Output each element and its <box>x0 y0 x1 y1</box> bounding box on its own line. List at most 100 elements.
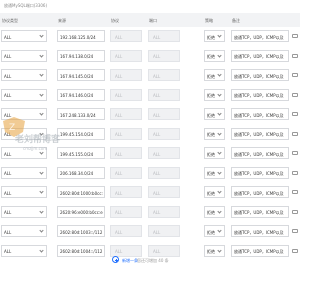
protocol-field: ALL <box>110 225 142 237</box>
remark-input[interactable]: 放通TCP，UDP，ICMP以及 <box>231 88 289 101</box>
chevron-down-icon <box>39 189 44 194</box>
type-select[interactable]: ALL <box>1 49 47 62</box>
protocol-field: ALL <box>110 88 142 101</box>
protocol-value: ALL <box>115 151 123 157</box>
type-select[interactable]: ALL <box>1 225 47 237</box>
port-field: ALL <box>148 88 180 101</box>
header-protocol: 协议 <box>111 18 119 23</box>
policy-select[interactable]: 拒绝 <box>204 69 225 81</box>
source-input[interactable]: 2602:80d:1003::/112 <box>57 225 105 237</box>
protocol-value: ALL <box>115 73 123 79</box>
delete-rule-icon[interactable] <box>292 73 298 77</box>
chevron-down-icon <box>39 91 44 97</box>
type-select[interactable]: ALL <box>1 69 47 81</box>
policy-select[interactable]: 拒绝 <box>204 244 225 257</box>
policy-select[interactable]: 拒绝 <box>204 88 225 101</box>
type-select[interactable]: ALL <box>1 244 47 257</box>
type-select[interactable]: ALL <box>1 88 47 101</box>
protocol-field: ALL <box>110 127 142 140</box>
delete-rule-icon[interactable] <box>292 248 298 253</box>
port-field: ALL <box>148 108 180 120</box>
policy-select[interactable]: 拒绝 <box>204 205 225 218</box>
policy-select[interactable]: 拒绝 <box>204 49 225 62</box>
chevron-down-icon <box>217 33 222 38</box>
type-value: ALL <box>4 93 12 98</box>
source-input[interactable]: 167.94.146.0/24 <box>57 88 105 101</box>
delete-rule-icon[interactable] <box>292 151 298 155</box>
header-port: 端口 <box>149 18 157 23</box>
remark-value: 放通TCP，UDP，ICMP以及 <box>234 93 284 98</box>
remark-input[interactable]: 放通TCP，UDP，ICMP以及 <box>231 166 289 179</box>
policy-select[interactable]: 拒绝 <box>204 30 225 42</box>
source-value: 2602:80d:1000:b0cc: <box>60 190 103 196</box>
delete-rule-icon[interactable] <box>292 229 298 233</box>
type-select[interactable]: ALL <box>1 166 47 179</box>
delete-rule-icon[interactable] <box>292 209 298 214</box>
delete-rule-icon[interactable] <box>292 190 298 194</box>
header-policy: 策略 <box>205 18 213 23</box>
policy-value: 拒绝 <box>207 151 215 157</box>
protocol-value: ALL <box>115 132 123 137</box>
policy-value: 拒绝 <box>207 93 215 98</box>
chevron-down-icon <box>217 111 222 116</box>
policy-select[interactable]: 拒绝 <box>204 186 225 198</box>
port-value: ALL <box>153 190 161 196</box>
source-input[interactable]: 192.168.125.0/24 <box>57 30 105 42</box>
source-value: 2602:80d:1003::/112 <box>60 229 103 235</box>
delete-rule-icon[interactable] <box>292 112 298 116</box>
chevron-down-icon <box>217 247 222 253</box>
remark-input[interactable]: 放通TCP，UDP，ICMP以及 <box>231 186 289 198</box>
port-field: ALL <box>148 205 180 218</box>
type-select[interactable]: ALL <box>1 30 47 42</box>
source-input[interactable]: 206.168.34.0/24 <box>57 166 105 179</box>
remark-value: 放通TCP，UDP，ICMP以及 <box>234 132 284 137</box>
policy-select[interactable]: 拒绝 <box>204 225 225 237</box>
policy-select[interactable]: 拒绝 <box>204 108 225 120</box>
remark-input[interactable]: 放通TCP，UDP，ICMP以及 <box>231 127 289 140</box>
protocol-value: ALL <box>115 190 123 196</box>
remark-input[interactable]: 放通TCP，UDP，ICMP以及 <box>231 225 289 237</box>
policy-value: 拒绝 <box>207 249 215 254</box>
remark-input[interactable]: 放通TCP，UDP，ICMP以及 <box>231 49 289 62</box>
source-value: 206.168.34.0/24 <box>60 171 94 176</box>
source-input[interactable]: 2620:96:e000:b0cc:e <box>57 205 105 218</box>
policy-value: 拒绝 <box>207 190 215 196</box>
type-select[interactable]: ALL <box>1 186 47 198</box>
type-value: ALL <box>4 210 12 215</box>
chevron-down-icon <box>39 247 44 253</box>
remark-value: 放通TCP，UDP，ICMP以及 <box>234 34 284 40</box>
source-input[interactable]: 167.94.145.0/24 <box>57 69 105 81</box>
remark-input[interactable]: 放通TCP，UDP，ICMP以及 <box>231 147 289 159</box>
policy-value: 拒绝 <box>207 229 215 235</box>
delete-rule-icon[interactable] <box>292 92 298 97</box>
remark-input[interactable]: 放通TCP，UDP，ICMP以及 <box>231 244 289 257</box>
protocol-value: ALL <box>115 34 123 40</box>
delete-rule-icon[interactable] <box>292 53 298 58</box>
type-select[interactable]: ALL <box>1 205 47 218</box>
type-value: ALL <box>4 34 12 40</box>
source-value: 167.94.138.0/24 <box>60 54 94 59</box>
chevron-down-icon <box>39 208 44 214</box>
remark-value: 放通TCP，UDP，ICMP以及 <box>234 229 284 235</box>
source-value: 2620:96:e000:b0cc:e <box>60 210 103 215</box>
table-row: ALL 2602:80d:1003::/112 ALL ALL 拒绝 放通TCP，UDP，… <box>0 223 300 239</box>
type-value: ALL <box>4 54 12 59</box>
remark-input[interactable]: 放通TCP，UDP，ICMP以及 <box>231 205 289 218</box>
chevron-down-icon <box>39 72 44 77</box>
policy-value: 拒绝 <box>207 210 215 215</box>
policy-select[interactable]: 拒绝 <box>204 127 225 140</box>
source-input[interactable]: 2602:80d:1000:b0cc: <box>57 186 105 198</box>
policy-select[interactable]: 拒绝 <box>204 166 225 179</box>
delete-rule-icon[interactable] <box>292 131 298 136</box>
delete-rule-icon[interactable] <box>292 34 298 38</box>
source-input[interactable]: 167.94.138.0/24 <box>57 49 105 62</box>
source-input[interactable]: 2602:80d:1004::/112 <box>57 244 105 257</box>
remark-input[interactable]: 放通TCP，UDP，ICMP以及 <box>231 30 289 42</box>
remark-input[interactable]: 放通TCP，UDP，ICMP以及 <box>231 108 289 120</box>
remark-input[interactable]: 放通TCP，UDP，ICMP以及 <box>231 69 289 81</box>
delete-rule-icon[interactable] <box>292 170 298 175</box>
add-rule-button[interactable]: 新增一条 <box>122 258 138 264</box>
add-circle-icon[interactable] <box>112 256 119 263</box>
policy-select[interactable]: 拒绝 <box>204 147 225 159</box>
port-field: ALL <box>148 49 180 62</box>
